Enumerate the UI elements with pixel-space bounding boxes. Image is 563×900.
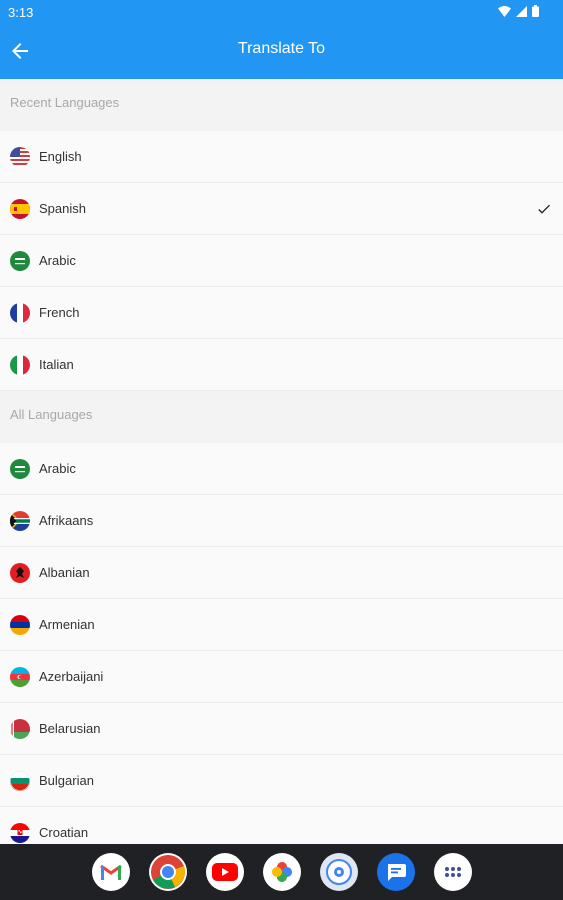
bg-flag-icon <box>10 770 30 791</box>
language-row-afrikaans[interactable]: Afrikaans <box>0 495 563 547</box>
language-row-azerbaijani[interactable]: Azerbaijani <box>0 651 563 703</box>
language-row-italian[interactable]: Italian <box>0 339 563 391</box>
az-flag-icon <box>10 666 30 687</box>
us-flag-icon <box>10 146 30 167</box>
youtube-icon[interactable] <box>205 853 244 891</box>
messages-icon[interactable] <box>376 853 415 891</box>
language-row-belarusian[interactable]: Belarusian <box>0 703 563 755</box>
am-flag-icon <box>10 614 30 635</box>
camera-icon[interactable] <box>319 853 358 891</box>
language-row-arabic[interactable]: Arabic <box>0 443 563 495</box>
battery-icon <box>532 5 539 17</box>
by-flag-icon <box>10 718 30 739</box>
language-row-albanian[interactable]: Albanian <box>0 547 563 599</box>
section-header-recent: Recent Languages <box>0 79 563 131</box>
language-label: Arabic <box>39 461 76 476</box>
language-label: Albanian <box>39 565 90 580</box>
app-drawer-icon[interactable] <box>433 853 472 891</box>
photos-icon[interactable] <box>262 853 301 891</box>
language-label: Bulgarian <box>39 773 94 788</box>
checkmark-icon <box>538 204 550 214</box>
language-row-french[interactable]: French <box>0 287 563 339</box>
language-row-arabic[interactable]: Arabic <box>0 235 563 287</box>
language-label: Italian <box>39 357 74 372</box>
chrome-icon[interactable] <box>148 853 187 891</box>
language-row-croatian[interactable]: Croatian <box>0 807 563 844</box>
section-header-all: All Languages <box>0 391 563 443</box>
sa-flag-icon <box>10 250 30 271</box>
language-label: Azerbaijani <box>39 669 104 684</box>
sa-flag-icon <box>10 458 30 479</box>
language-row-bulgarian[interactable]: Bulgarian <box>0 755 563 807</box>
al-flag-icon <box>10 562 30 583</box>
language-label: Spanish <box>39 201 86 216</box>
language-row-english[interactable]: English <box>0 131 563 183</box>
language-label: Belarusian <box>39 721 101 736</box>
gmail-icon[interactable] <box>91 853 130 891</box>
it-flag-icon <box>10 354 30 375</box>
language-label: English <box>39 149 82 164</box>
app-dock <box>0 844 563 900</box>
es-flag-icon <box>10 198 30 219</box>
hr-flag-icon <box>10 822 30 843</box>
status-bar: 3:13 <box>0 0 563 24</box>
status-time: 3:13 <box>8 5 34 20</box>
za-flag-icon <box>10 510 30 531</box>
language-label: Afrikaans <box>39 513 94 528</box>
language-label: Arabic <box>39 253 76 268</box>
fr-flag-icon <box>10 302 30 323</box>
language-label: Armenian <box>39 617 95 632</box>
app-bar: Translate To <box>0 24 563 79</box>
wifi-icon <box>498 5 511 17</box>
language-label: Croatian <box>39 825 89 840</box>
signal-icon <box>516 5 527 17</box>
language-label: French <box>39 305 80 320</box>
language-row-armenian[interactable]: Armenian <box>0 599 563 651</box>
language-row-spanish[interactable]: Spanish <box>0 183 563 235</box>
page-title: Translate To <box>237 40 326 57</box>
language-list[interactable]: Recent Languages English Spanish Arabic <box>0 79 563 844</box>
